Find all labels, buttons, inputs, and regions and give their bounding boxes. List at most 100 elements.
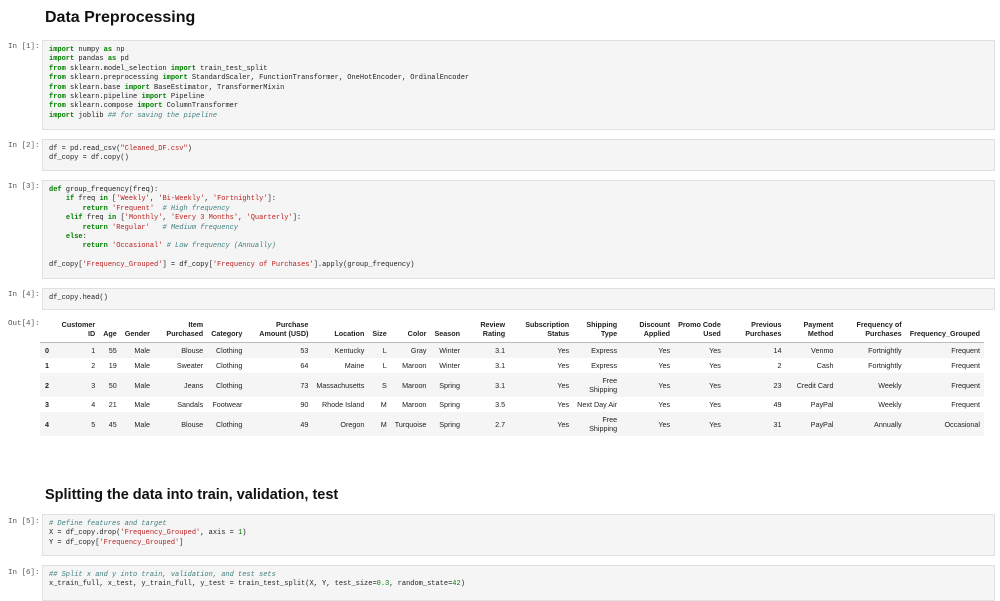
code-cell-4[interactable]: df_copy.head() — [42, 288, 995, 310]
code-token: 'Frequency_Grouped' — [120, 529, 201, 538]
table-cell: 49 — [300, 419, 309, 429]
code-line: from sklearn.base import BaseEstimator, … — [49, 84, 988, 93]
table-cell: 55 — [108, 346, 117, 355]
table-cell: Spring — [439, 380, 461, 390]
table-cell: Sandals — [177, 400, 204, 409]
table-cell: 90 — [300, 400, 309, 409]
code-token: import — [49, 111, 75, 120]
table-cell: Yes — [658, 419, 671, 429]
code-token: 42 — [452, 580, 461, 589]
code-token: ].apply(group_frequency) — [313, 261, 415, 270]
column-header: Review Rating — [464, 317, 510, 343]
code-line: Y = df_copy['Frequency_Grouped'] — [49, 539, 988, 548]
table-cell: Yes — [658, 346, 671, 355]
table-cell: 3 — [91, 380, 96, 390]
table-cell: 4 — [91, 400, 96, 409]
table-cell: Free Shipping — [589, 376, 618, 394]
code-token: import — [137, 102, 163, 111]
code-token: : — [82, 233, 87, 242]
code-line: df = pd.read_csv("Cleaned_DF.csv") — [49, 145, 988, 154]
code-token: return — [82, 242, 108, 251]
code-token: ) — [242, 529, 247, 538]
code-token: , — [162, 214, 171, 223]
column-header: Customer ID — [53, 317, 100, 343]
table-cell: 31 — [773, 419, 782, 429]
table-row: 1 2 19 Male Sweater Clothing 64 Maine L Maroon Win… — [40, 358, 984, 373]
table-cell: Frequent — [951, 400, 980, 409]
table-cell: Next Day Air — [577, 400, 618, 409]
table-cell: Male — [134, 419, 150, 429]
code-token: , random_state= — [389, 580, 453, 589]
code-token: x_train_full, x_test, y_train_full, y_te… — [49, 580, 377, 589]
code-line: if freq in ['Weekly', 'Bi-Weekly', 'Fort… — [49, 195, 988, 204]
code-token: elif — [65, 214, 83, 223]
code-line: # Define features and target — [49, 520, 988, 529]
code-token: pandas — [74, 55, 108, 64]
code-token: Y = df_copy[ — [49, 538, 100, 547]
code-token: 'Occasional' — [112, 242, 163, 251]
table-cell: Express — [591, 361, 618, 370]
dataframe-output-table: Customer ID Age Gender Item Purchased Catego… — [40, 317, 984, 436]
table-cell: Spring — [439, 419, 461, 429]
code-token: sklearn.model_selection — [65, 64, 171, 73]
code-token: ] = df_copy[ — [162, 261, 213, 270]
code-line: from sklearn.preprocessing import Standa… — [49, 74, 988, 83]
table-cell: Spring — [439, 400, 461, 409]
table-cell: 2 — [777, 361, 782, 370]
table-row: 2 3 50 Male Jeans Clothing 73 Massachusetts S Mar… — [40, 373, 984, 397]
code-token: train_test_split — [196, 64, 268, 73]
code-token: group_frequency(freq): — [61, 186, 159, 194]
table-cell: Turquoise — [394, 419, 427, 429]
code-line: from sklearn.pipeline import Pipeline — [49, 93, 988, 102]
table-cell: Annually — [874, 419, 902, 429]
table-cell: Clothing — [215, 346, 243, 355]
code-cell-1[interactable]: import numpy as np import pandas as pd fro… — [42, 40, 995, 130]
code-token: 'Frequency_Grouped' — [99, 538, 180, 547]
table-cell: 50 — [108, 380, 117, 390]
code-token: import — [49, 46, 75, 54]
cell-2-prompt: In [2]: — [8, 142, 40, 150]
table-cell: 5 — [91, 419, 96, 429]
cell-5-prompt: In [5]: — [8, 518, 40, 526]
code-token: def — [49, 186, 62, 194]
table-cell: Massachusetts — [316, 380, 365, 390]
table-cell: Yes — [557, 419, 570, 429]
code-cell-5[interactable]: # Define features and target X = df_copy.… — [42, 514, 995, 556]
table-cell: Cash — [816, 361, 834, 370]
code-line: from sklearn.model_selection import trai… — [49, 65, 988, 74]
heading-data-preprocessing: Data Preprocessing — [45, 9, 196, 26]
table-cell: Frequent — [951, 380, 980, 390]
table-cell: Yes — [709, 400, 721, 409]
table-cell: 14 — [773, 346, 782, 355]
table-cell: M — [380, 400, 387, 409]
table-cell: Yes — [658, 400, 671, 409]
table-cell: Fortnightly — [868, 361, 902, 370]
column-header: Color — [390, 317, 431, 343]
code-token: import — [141, 93, 167, 102]
table-cell: 2.7 — [495, 419, 506, 429]
code-cell-2[interactable]: df = pd.read_csv("Cleaned_DF.csv") df_cop… — [42, 139, 995, 171]
table-cell: 2 — [91, 361, 96, 370]
table-cell: PayPal — [810, 419, 834, 429]
code-line: from sklearn.compose import ColumnTransf… — [49, 102, 988, 111]
code-line: return 'Frequent' # High frequency — [49, 205, 988, 214]
output-4-prompt: Out[4]: — [8, 320, 40, 328]
table-cell: Venmo — [811, 346, 834, 355]
code-token: 'Bi-Weekly' — [158, 195, 205, 204]
code-token: # Medium frequency — [162, 223, 239, 232]
cell-1-prompt: In [1]: — [8, 43, 40, 51]
table-cell: Clothing — [215, 419, 243, 429]
table-cell: Gray — [410, 346, 427, 355]
code-token: ]: — [267, 195, 276, 204]
code-token: # Low frequency (Annually) — [166, 242, 276, 251]
table-cell: 45 — [108, 419, 117, 429]
table-cell: Maroon — [402, 400, 427, 409]
code-token: pd — [116, 55, 129, 64]
column-header: Payment Method — [785, 317, 838, 343]
code-token: 'Frequency_Grouped' — [82, 261, 163, 270]
code-line: import pandas as pd — [49, 55, 988, 64]
table-cell: Yes — [557, 361, 570, 370]
table-cell: Maroon — [402, 380, 427, 390]
code-token: 0.3 — [376, 580, 390, 589]
code-cell-3[interactable]: def group_frequency(freq): if freq in ['… — [42, 180, 995, 279]
